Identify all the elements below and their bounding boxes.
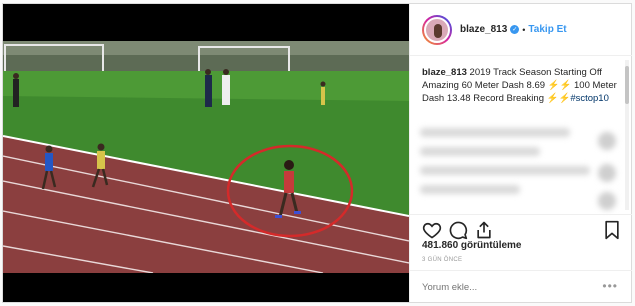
page-background: blaze_813 ✓ • Takip Et blaze_813 2019 Tr… — [0, 0, 635, 306]
more-options-icon[interactable]: ••• — [602, 279, 618, 293]
header-separator: • — [522, 24, 526, 35]
post-sidebar: blaze_813 ✓ • Takip Et blaze_813 2019 Tr… — [409, 4, 632, 302]
instagram-post: blaze_813 ✓ • Takip Et blaze_813 2019 Tr… — [2, 3, 632, 303]
lightning-icon: ⚡⚡ — [546, 93, 571, 104]
blurred-comments — [420, 122, 620, 214]
header-username[interactable]: blaze_813 — [460, 24, 507, 35]
comments-scrollbar-thumb[interactable] — [625, 66, 629, 104]
video-player[interactable] — [3, 4, 409, 302]
view-count[interactable]: 481.860 görüntüleme — [422, 240, 521, 251]
share-icon[interactable] — [474, 220, 494, 240]
follow-button[interactable]: Takip Et — [528, 24, 566, 35]
comment-bar: ••• — [410, 270, 632, 302]
video-frame[interactable] — [3, 41, 409, 273]
lightning-icon: ⚡⚡ — [547, 80, 572, 91]
heart-icon[interactable] — [422, 220, 442, 240]
post-caption: blaze_813 2019 Track Season Starting Off… — [422, 66, 618, 105]
bookmark-icon[interactable] — [602, 220, 622, 240]
verified-icon: ✓ — [510, 25, 520, 34]
race-scene — [3, 41, 409, 273]
comment-input[interactable] — [422, 281, 592, 293]
post-header: blaze_813 ✓ • Takip Et — [410, 4, 632, 56]
caption-hashtag[interactable]: #sctop10 — [570, 93, 609, 104]
caption-username[interactable]: blaze_813 — [422, 67, 467, 78]
avatar-image — [424, 16, 450, 43]
comment-icon[interactable] — [448, 220, 468, 240]
avatar[interactable] — [422, 14, 452, 45]
post-timestamp[interactable]: 3 GÜN ÖNCE — [422, 257, 462, 263]
